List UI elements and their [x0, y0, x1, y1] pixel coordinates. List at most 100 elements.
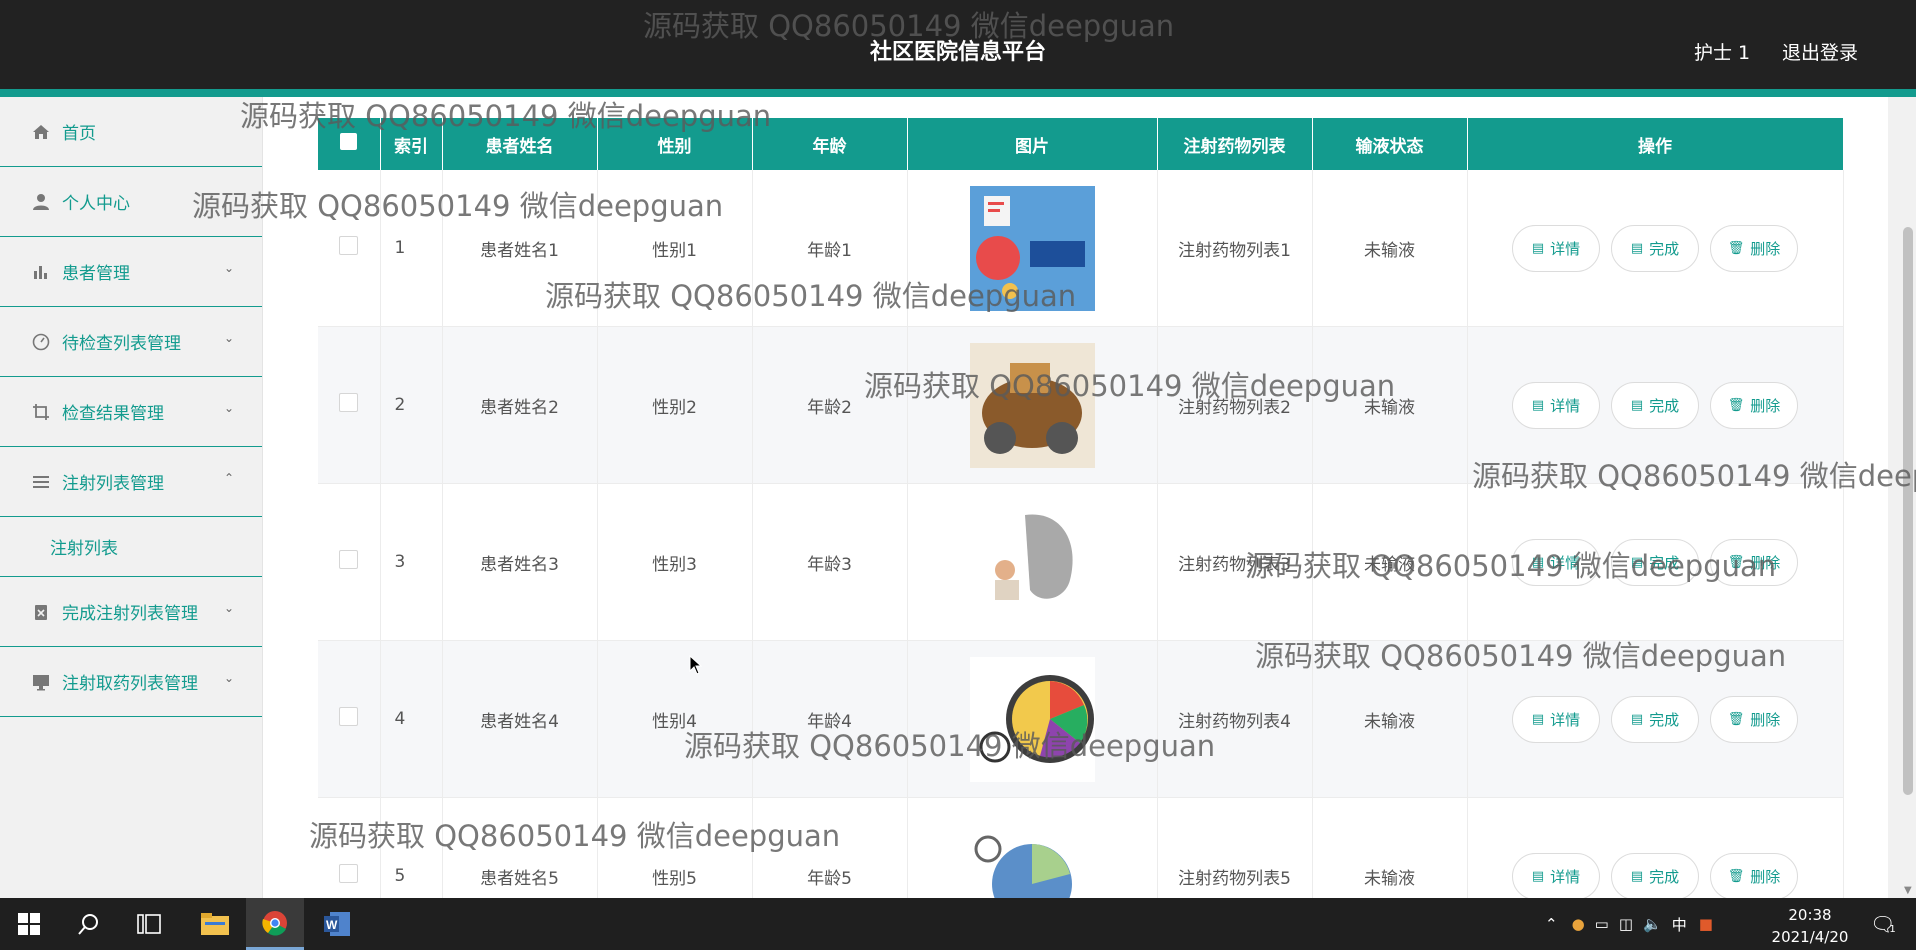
notification-count: 1 [1889, 923, 1896, 935]
sidebar-item-injection-management[interactable]: 注射列表管理 ⌃ [0, 447, 262, 517]
sidebar-subitem-injection-list[interactable]: 注射列表 [0, 517, 262, 577]
column-header: 年龄 [752, 118, 908, 170]
select-all-checkbox[interactable] [340, 133, 358, 150]
ime-indicator[interactable]: 中 [1672, 914, 1687, 935]
sidebar-item-completed-injections[interactable]: 完成注射列表管理 ⌄ [0, 577, 262, 647]
cell-image [907, 326, 1158, 484]
delete-button[interactable]: 🗑 删除 [1710, 695, 1798, 743]
patient-image[interactable] [969, 342, 1095, 468]
home-icon [30, 121, 52, 143]
trash-icon: 🗑 [1727, 240, 1745, 256]
sidebar-item-pending-checks[interactable]: 待检查列表管理 ⌄ [0, 307, 262, 377]
document-icon: ▤ [1531, 240, 1545, 256]
complete-button[interactable]: ▤ 完成 [1611, 381, 1699, 429]
windows-start-icon[interactable] [0, 898, 58, 950]
patient-image[interactable] [969, 185, 1095, 311]
scroll-down-arrow-icon[interactable]: ▼ [1904, 885, 1912, 896]
detail-button[interactable]: ▤ 详情 [1512, 224, 1600, 272]
scrollbar-thumb[interactable] [1903, 227, 1913, 795]
sidebar: 首页 个人中心 患者管理 ⌄ 待检查列表管理 ⌄ 检查结果管理 ⌄ 注射列表管理… [0, 97, 263, 898]
row-checkbox[interactable] [339, 707, 359, 726]
volume-icon[interactable]: 🔈 [1643, 915, 1662, 933]
sogou-input-icon[interactable]: ■ [1699, 915, 1713, 933]
chevron-down-icon: ⌄ [223, 671, 234, 685]
trash-icon: 🗑 [1727, 868, 1745, 884]
cell-image [907, 170, 1158, 327]
column-header: 图片 [907, 118, 1158, 170]
row-checkbox[interactable] [339, 393, 359, 412]
tray-expand-icon[interactable]: ⌃ [1545, 915, 1558, 933]
tray-app-icon[interactable]: ● [1572, 915, 1585, 933]
complete-button[interactable]: ▤ 完成 [1611, 695, 1699, 743]
row-checkbox[interactable] [339, 550, 359, 569]
patient-image[interactable] [969, 656, 1095, 782]
cell-actions: ▤ 详情 ▤ 完成 🗑 删除 [1467, 797, 1844, 898]
cell-patient-name: 患者姓名3 [442, 483, 598, 641]
column-header: 操作 [1467, 118, 1844, 170]
battery-icon[interactable]: ▭ [1595, 915, 1609, 933]
complete-button[interactable]: ▤ 完成 [1611, 852, 1699, 898]
cell-patient-name: 患者姓名4 [442, 640, 598, 798]
document-icon: ▤ [1630, 711, 1644, 727]
select-all-cell[interactable] [318, 118, 381, 170]
monitor-icon [30, 671, 52, 693]
cell-index: 1 [380, 170, 443, 327]
delete-button[interactable]: 🗑 删除 [1710, 852, 1798, 898]
delete-button[interactable]: 🗑 删除 [1710, 538, 1798, 586]
logout-link[interactable]: 退出登录 [1782, 38, 1858, 65]
document-icon: ▤ [1630, 397, 1644, 413]
cell-gender: 性别2 [597, 326, 753, 484]
sidebar-item-label: 注射取药列表管理 [62, 674, 198, 694]
current-user[interactable]: 护士 1 [1694, 38, 1750, 65]
cell-actions: ▤ 详情 ▤ 完成 🗑 删除 [1467, 640, 1844, 798]
clock-time: 20:38 [1788, 906, 1832, 924]
detail-button[interactable]: ▤ 详情 [1512, 381, 1600, 429]
taskbar-clock[interactable]: 20:38 2021/4/20 [1760, 904, 1860, 948]
cell-drug: 注射药物列表4 [1157, 640, 1313, 798]
file-explorer-icon[interactable] [186, 898, 244, 950]
patient-image[interactable] [969, 499, 1095, 625]
taskbar: W ⌃ ● ▭ ◫ 🔈 中 ■ 20:38 2021/4/20 🗨 1 [0, 898, 1916, 950]
cell-drug: 注射药物列表1 [1157, 170, 1313, 327]
task-view-icon[interactable] [120, 898, 178, 950]
delete-button[interactable]: 🗑 删除 [1710, 224, 1798, 272]
cell-actions: ▤ 详情 ▤ 完成 🗑 删除 [1467, 326, 1844, 484]
table-row: 5 患者姓名5 性别5 年龄5 注射药物列表5 未输液 ▤ 详情 ▤ 完成 🗑 … [318, 797, 1844, 899]
sidebar-item-label: 待检查列表管理 [62, 334, 181, 354]
sidebar-item-check-results[interactable]: 检查结果管理 ⌄ [0, 377, 262, 447]
cell-gender: 性别4 [597, 640, 753, 798]
table-row: 4 患者姓名4 性别4 年龄4 注射药物列表4 未输液 ▤ 详情 ▤ 完成 🗑 … [318, 640, 1844, 798]
vertical-scrollbar[interactable]: ▼ [1900, 154, 1916, 898]
cell-index: 5 [380, 797, 443, 898]
cell-image [907, 640, 1158, 798]
notification-center-icon[interactable]: 🗨 1 [1870, 898, 1896, 950]
network-icon[interactable]: ◫ [1619, 915, 1633, 933]
column-header: 注射药物列表 [1157, 118, 1313, 170]
clock-date: 2021/4/20 [1771, 928, 1849, 946]
svg-text:W: W [326, 918, 338, 932]
chrome-icon[interactable] [246, 898, 304, 950]
clipboard-icon [30, 601, 52, 623]
sidebar-item-home[interactable]: 首页 [0, 97, 262, 167]
search-icon[interactable] [60, 898, 118, 950]
cell-age: 年龄3 [752, 483, 908, 641]
patient-image[interactable] [969, 813, 1095, 899]
sidebar-item-profile[interactable]: 个人中心 [0, 167, 262, 237]
detail-button[interactable]: ▤ 详情 [1512, 852, 1600, 898]
sidebar-item-patients[interactable]: 患者管理 ⌄ [0, 237, 262, 307]
chevron-down-icon: ⌄ [223, 601, 234, 615]
detail-button[interactable]: ▤ 详情 [1512, 695, 1600, 743]
cell-image [907, 483, 1158, 641]
cell-age: 年龄5 [752, 797, 908, 898]
row-checkbox[interactable] [339, 864, 359, 883]
complete-button[interactable]: ▤ 完成 [1611, 224, 1699, 272]
table-row: 3 患者姓名3 性别3 年龄3 注射药物列表3 未输液 ▤ 详情 ▤ 完成 🗑 … [318, 483, 1844, 641]
word-icon[interactable]: W [308, 898, 366, 950]
main-content: 索引 患者姓名 性别 年龄 图片 注射药物列表 输液状态 操作 1 患者姓名1 … [263, 97, 1888, 898]
sidebar-item-injection-pickup[interactable]: 注射取药列表管理 ⌄ [0, 647, 262, 717]
complete-button[interactable]: ▤ 完成 [1611, 538, 1699, 586]
delete-button[interactable]: 🗑 删除 [1710, 381, 1798, 429]
cell-image [907, 797, 1158, 899]
detail-button[interactable]: ▤ 详情 [1512, 538, 1600, 586]
row-checkbox[interactable] [339, 236, 359, 255]
